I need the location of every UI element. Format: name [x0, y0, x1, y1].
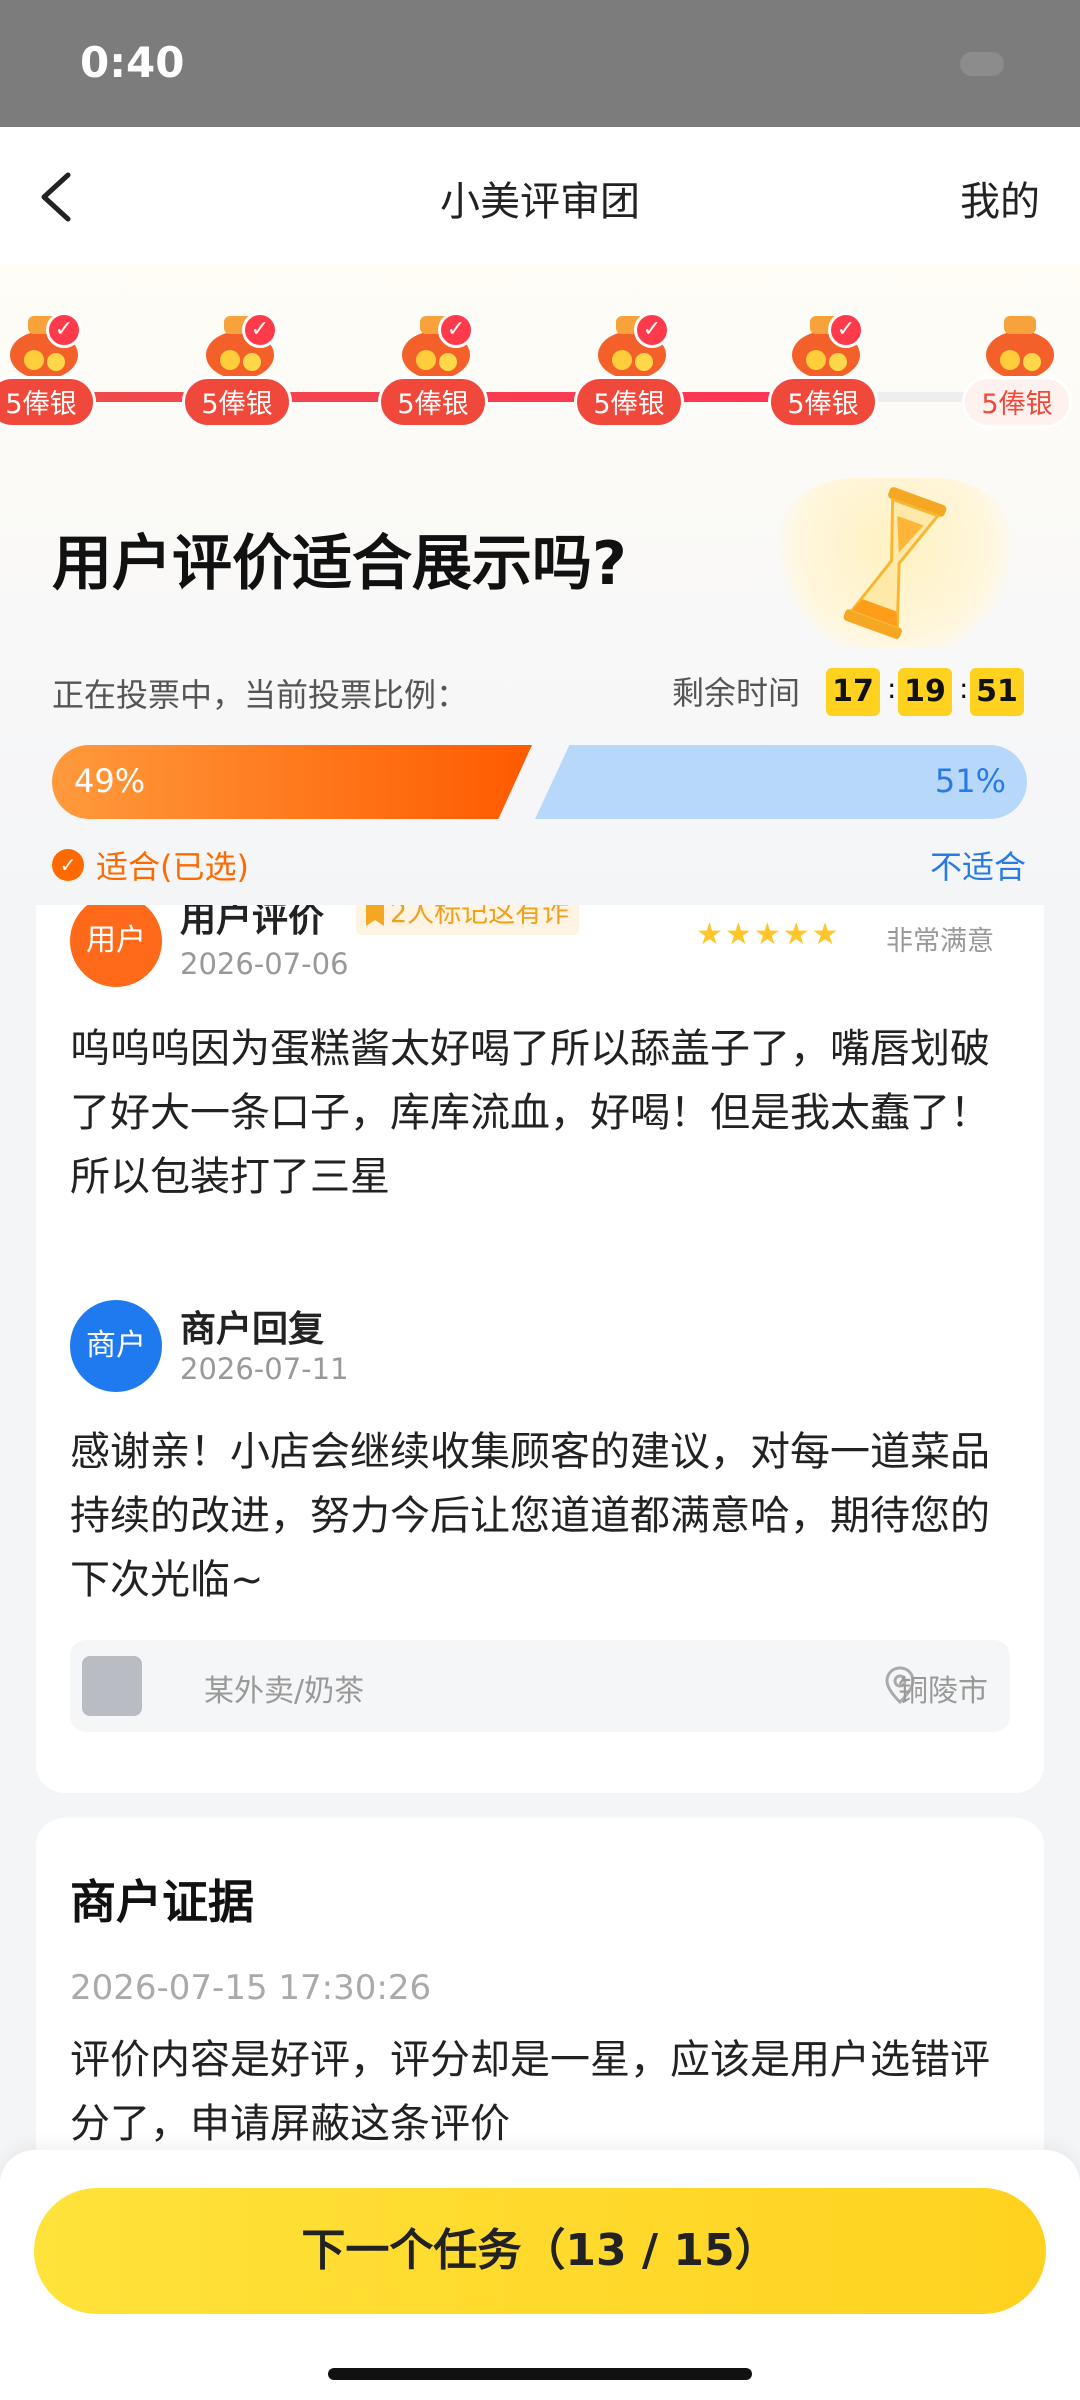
suitable-label: 适合(已选) — [96, 848, 249, 886]
money-bag-icon — [986, 316, 1054, 379]
review-content: 呜呜呜因为蛋糕酱太好喝了所以舔盖子了，嘴唇划破了好大一条口子，库库流血，好喝！但… — [70, 1026, 990, 1200]
flag-icon — [366, 905, 384, 926]
status-bar: 0:40 — [0, 0, 1080, 127]
shop-info[interactable]: 某外卖/奶茶 铜陵市 — [70, 1640, 1010, 1732]
user-avatar: 用户 — [70, 905, 162, 987]
reward-step: ✓ 5俸银 — [0, 300, 96, 440]
shop-name: 某外卖/奶茶 — [204, 1674, 365, 1709]
reward-step: ✓ 5俸银 — [378, 300, 488, 440]
star-icon: ★ — [782, 917, 812, 952]
star-icon: ★ — [753, 917, 783, 952]
merchant-reply-title: 商户回复 — [180, 1309, 325, 1350]
reward-label: 5俸银 — [768, 376, 878, 428]
reward-step: ✓ 5俸银 — [182, 300, 292, 440]
merchant-reply-content: 感谢亲！小店会继续收集顾客的建议，对每一道菜品持续的改进，努力今后让您道道都满意… — [70, 1429, 990, 1603]
vote-status-text: 正在投票中，当前投票比例： — [52, 676, 469, 714]
rating-text: 非常满意 — [886, 926, 994, 957]
merchant-avatar: 商户 — [70, 1300, 162, 1392]
unsuitable-percent: 51% — [934, 762, 1006, 800]
check-icon: ✓ — [634, 312, 670, 348]
star-rating: ★★★★★ — [696, 917, 841, 952]
suitable-percent: 49% — [74, 762, 146, 800]
check-icon: ✓ — [438, 312, 474, 348]
fraud-mark-tag: 2人标记这有诈 — [356, 905, 580, 935]
timer-separator: : — [959, 672, 969, 705]
timer-separator: : — [887, 672, 897, 705]
status-time: 0:40 — [80, 38, 185, 87]
reward-label: 5俸银 — [962, 376, 1072, 428]
shop-thumbnail — [82, 1656, 142, 1716]
nav-bar: 小美评审团 我的 — [0, 127, 1080, 264]
check-circle-icon: ✓ — [52, 849, 84, 881]
check-icon: ✓ — [242, 312, 278, 348]
question-title: 用户评价适合展示吗? — [52, 529, 627, 599]
remaining-time-label: 剩余时间 — [672, 674, 801, 712]
hourglass-icon — [765, 478, 1025, 648]
check-icon: ✓ — [828, 312, 864, 348]
review-title: 用户评价 — [180, 905, 325, 940]
review-date: 2026-07-06 — [180, 947, 349, 981]
check-icon: ✓ — [46, 312, 82, 348]
evidence-title: 商户证据 — [70, 1875, 254, 1929]
next-task-button[interactable]: 下一个任务（13 / 15） — [34, 2188, 1046, 2314]
timer-hours: 17 — [826, 668, 880, 716]
fraud-mark-text: 2人标记这有诈 — [390, 905, 570, 929]
page-title: 小美评审团 — [440, 179, 640, 225]
my-link[interactable]: 我的 — [960, 169, 1040, 227]
reward-step: 5俸银 — [962, 300, 1072, 440]
reward-label: 5俸银 — [378, 376, 488, 428]
home-indicator[interactable] — [328, 2368, 752, 2380]
reward-step: ✓ 5俸银 — [768, 300, 878, 440]
timer-minutes: 19 — [898, 668, 952, 716]
review-card: 用户 用户评价 2人标记这有诈 2026-07-06 ★★★★★ 非常满意 呜呜… — [36, 905, 1044, 1793]
unsuitable-option[interactable]: 不适合 — [930, 842, 1026, 888]
status-indicator — [960, 52, 1004, 76]
reward-label: 5俸银 — [574, 376, 684, 428]
merchant-reply-date: 2026-07-11 — [180, 1352, 349, 1386]
star-icon: ★ — [696, 917, 725, 952]
star-icon: ★ — [724, 917, 754, 952]
reward-label: 5俸银 — [182, 376, 292, 428]
shop-city: 铜陵市 — [898, 1674, 988, 1709]
reward-progress: ✓ 5俸银 ✓ 5俸银 ✓ 5俸银 ✓ 5俸银 ✓ 5俸银 5俸银 — [0, 300, 1080, 440]
suitable-option[interactable]: ✓ 适合(已选) — [52, 842, 249, 888]
star-icon: ★ — [811, 917, 841, 952]
evidence-content: 评价内容是好评，评分却是一星，应该是用户选错评分了，申请屏蔽这条评价 — [70, 2037, 990, 2147]
reward-step: ✓ 5俸银 — [574, 300, 684, 440]
timer-seconds: 51 — [970, 668, 1024, 716]
evidence-time: 2026-07-15 17:30:26 — [70, 1968, 432, 2008]
reward-label: 5俸银 — [0, 376, 96, 428]
